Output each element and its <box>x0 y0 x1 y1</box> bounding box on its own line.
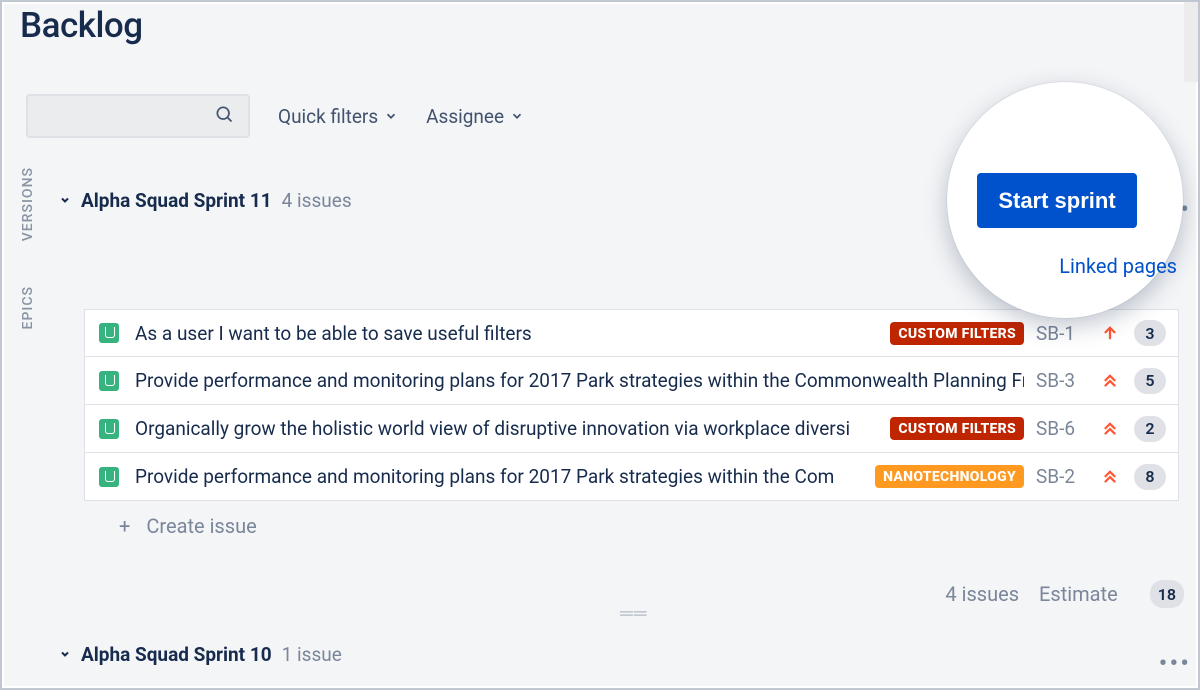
issue-summary: Organically grow the holistic world view… <box>135 417 882 440</box>
scrollbar-hint <box>1184 2 1198 82</box>
story-points-badge: 8 <box>1134 464 1166 490</box>
story-points-badge: 2 <box>1134 416 1166 442</box>
search-icon <box>214 104 234 128</box>
filter-bar: Quick filters Assignee <box>26 94 524 138</box>
quick-filters-label: Quick filters <box>278 105 378 128</box>
issue-key[interactable]: SB-2 <box>1036 465 1096 488</box>
story-icon <box>99 371 119 391</box>
story-points-badge: 5 <box>1134 368 1166 394</box>
story-icon <box>99 419 119 439</box>
sprint-footer: 4 issues Estimate 18 <box>945 580 1184 608</box>
issue-row[interactable]: Provide performance and monitoring plans… <box>84 357 1179 405</box>
priority-icon <box>1098 468 1122 486</box>
story-points-badge: 3 <box>1134 320 1166 346</box>
drag-handle-icon[interactable]: ══ <box>620 603 648 624</box>
issue-row[interactable]: As a user I want to be able to save usef… <box>84 309 1179 357</box>
assignee-label: Assignee <box>426 105 504 128</box>
start-sprint-button[interactable]: Start sprint <box>977 173 1137 228</box>
create-issue-button[interactable]: + Create issue <box>119 514 257 538</box>
sprint-name: Alpha Squad Sprint 11 <box>81 189 272 212</box>
linked-pages-link[interactable]: Linked pages <box>1059 254 1177 278</box>
story-icon <box>99 323 119 343</box>
sprint-name-2: Alpha Squad Sprint 10 <box>81 643 272 666</box>
plus-icon: + <box>119 514 130 538</box>
epic-badge[interactable]: NANOTECHNOLOGY <box>875 465 1024 488</box>
issues-list: As a user I want to be able to save usef… <box>84 309 1179 501</box>
footer-issue-count: 4 issues <box>945 582 1019 606</box>
story-icon <box>99 467 119 487</box>
assignee-dropdown[interactable]: Assignee <box>426 105 524 128</box>
issue-summary: Provide performance and monitoring plans… <box>135 369 1024 392</box>
issue-key[interactable]: SB-1 <box>1036 322 1096 345</box>
priority-icon <box>1098 372 1122 390</box>
issue-key[interactable]: SB-3 <box>1036 369 1096 392</box>
sprint-issue-count: 4 issues <box>282 189 352 212</box>
sprint-header: Alpha Squad Sprint 11 4 issues <box>59 189 352 212</box>
search-input[interactable] <box>26 94 250 138</box>
epic-badge[interactable]: CUSTOM FILTERS <box>890 322 1024 345</box>
backlog-page: Backlog Quick filters Assignee VERSIONS … <box>0 0 1200 690</box>
footer-estimate-badge: 18 <box>1150 580 1184 608</box>
footer-estimate-label: Estimate <box>1039 582 1118 606</box>
sidebar-tab-versions[interactable]: VERSIONS <box>20 167 36 241</box>
chevron-down-icon <box>510 105 524 128</box>
issue-summary: As a user I want to be able to save usef… <box>135 322 882 345</box>
sprint2-more-button[interactable]: ••• <box>1159 649 1191 679</box>
priority-icon <box>1098 324 1122 342</box>
issue-summary: Provide performance and monitoring plans… <box>135 465 867 488</box>
chevron-down-icon <box>384 105 398 128</box>
epic-badge[interactable]: CUSTOM FILTERS <box>890 417 1024 440</box>
quick-filters-dropdown[interactable]: Quick filters <box>278 105 398 128</box>
chevron-down-icon[interactable] <box>59 192 71 210</box>
sprint2-issue-count: 1 issue <box>282 643 342 666</box>
sprint-header-2: Alpha Squad Sprint 10 1 issue <box>59 643 342 666</box>
chevron-down-icon[interactable] <box>59 646 71 664</box>
create-issue-label: Create issue <box>146 514 256 538</box>
issue-row[interactable]: Provide performance and monitoring plans… <box>84 453 1179 501</box>
page-title: Backlog <box>20 5 143 46</box>
issue-key[interactable]: SB-6 <box>1036 417 1096 440</box>
priority-icon <box>1098 420 1122 438</box>
issue-row[interactable]: Organically grow the holistic world view… <box>84 405 1179 453</box>
sidebar-tab-epics[interactable]: EPICS <box>20 286 36 329</box>
